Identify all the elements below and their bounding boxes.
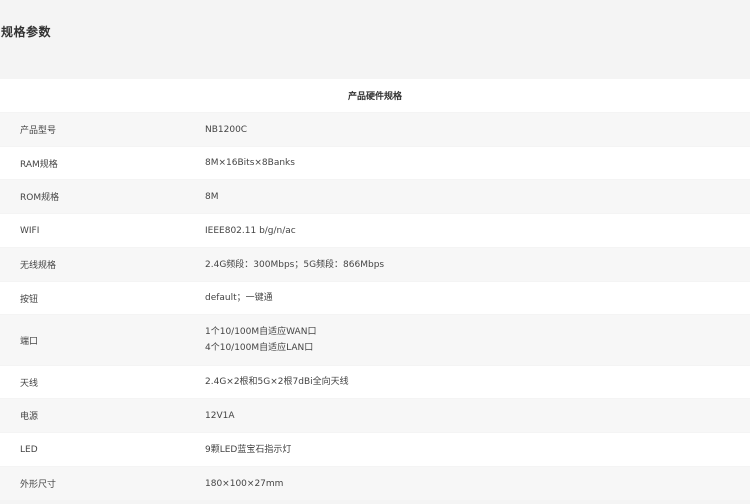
row-label: RAM规格 — [20, 159, 58, 170]
row-value: IEEE802.11 b/g/n/ac — [205, 225, 296, 236]
table-row: 无线规格 2.4G频段：300Mbps；5G频段：866Mbps — [0, 247, 750, 281]
row-value: 9颗LED蓝宝石指示灯 — [205, 444, 292, 455]
row-value: 8M — [205, 191, 219, 202]
row-value: 2.4G×2根和5G×2根7dBi全向天线 — [205, 377, 349, 387]
row-value: 12V1A — [205, 410, 235, 421]
table-row: ROM规格 8M — [0, 179, 750, 213]
row-label: 按钮 — [20, 294, 39, 305]
row-label: 端口 — [20, 336, 39, 347]
row-value: 180×100×27mm — [205, 478, 284, 489]
row-label: 天线 — [20, 378, 39, 389]
table-row: LED 9颗LED蓝宝石指示灯 — [0, 432, 750, 466]
table-row: 电源 12V1A — [0, 398, 750, 432]
table-row: 端口 1个10/100M自适应WAN口 4个10/100M自适应LAN口 — [0, 314, 750, 365]
row-label: 外形尺寸 — [20, 480, 57, 490]
row-label: 无线规格 — [20, 261, 57, 271]
row-value: 2.4G频段：300Mbps；5G频段：866Mbps — [205, 259, 385, 270]
row-label: 电源 — [20, 412, 39, 422]
section-title: 规格参数 — [1, 25, 52, 39]
table-header: 产品硬件规格 — [0, 79, 750, 112]
spec-page: 规格参数 产品硬件规格 产品型号 NB1200C RAM规格 8M×16Bits… — [0, 0, 750, 504]
table-row: 天线 2.4G×2根和5G×2根7dBi全向天线 — [0, 365, 750, 398]
table-row: 按钮 default；一键通 — [0, 281, 750, 314]
spec-table: 产品硬件规格 产品型号 NB1200C RAM规格 8M×16Bits×8Ban… — [0, 79, 750, 500]
table-row: WIFI IEEE802.11 b/g/n/ac — [0, 213, 750, 247]
row-value: 1个10/100M自适应WAN口 4个10/100M自适应LAN口 — [205, 327, 317, 353]
row-label: ROM规格 — [20, 193, 60, 203]
row-label: 产品型号 — [20, 126, 57, 136]
table-header-label: 产品硬件规格 — [347, 92, 402, 102]
table-row: 外形尺寸 180×100×27mm — [0, 466, 750, 500]
row-value: default；一键通 — [205, 293, 273, 303]
row-value: NB1200C — [205, 124, 248, 135]
table-row: 产品型号 NB1200C — [0, 112, 750, 146]
row-label: WIFI — [20, 225, 40, 236]
row-value: 8M×16Bits×8Banks — [205, 158, 295, 168]
row-label: LED — [20, 444, 38, 455]
table-row: RAM规格 8M×16Bits×8Banks — [0, 146, 750, 179]
